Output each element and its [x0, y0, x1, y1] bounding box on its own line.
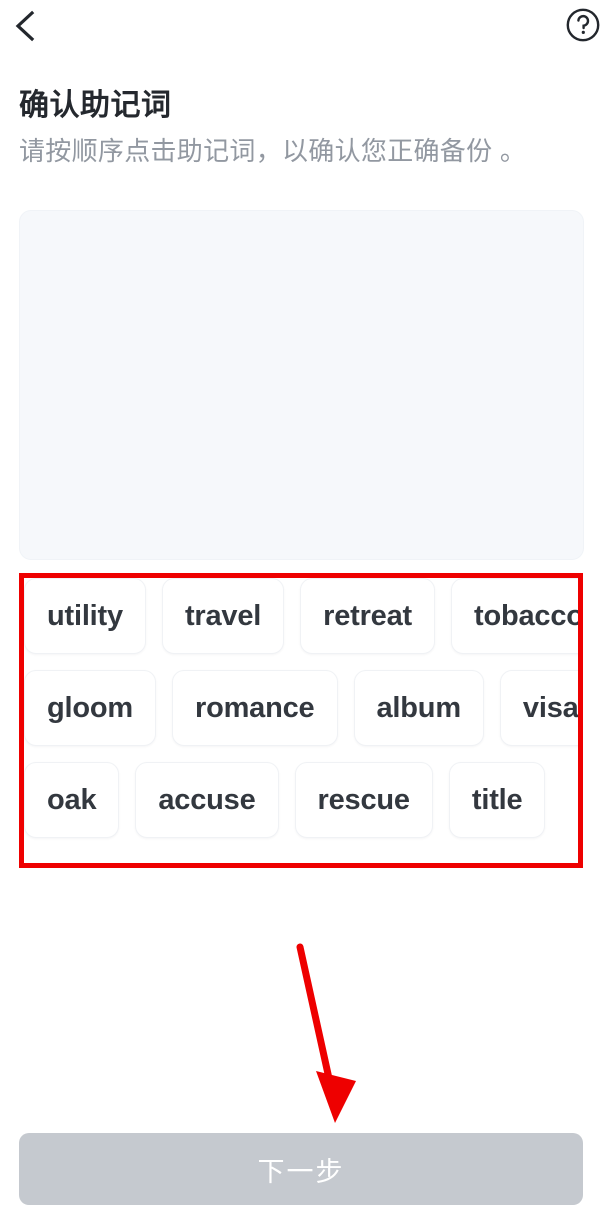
selected-words-panel[interactable]: [19, 210, 584, 560]
annotation-arrow: [268, 935, 388, 1130]
help-button[interactable]: [560, 4, 606, 50]
help-circle-icon: [565, 7, 601, 48]
next-button[interactable]: 下一步: [19, 1133, 583, 1205]
word-bank-highlight-box: [19, 573, 583, 868]
page-subtitle: 请按顺序点击助记词，以确认您正确备份 。: [19, 136, 527, 166]
chevron-left-icon: [12, 9, 38, 48]
page-title: 确认助记词: [19, 89, 172, 122]
top-bar: [0, 0, 610, 60]
back-button[interactable]: [2, 4, 48, 52]
